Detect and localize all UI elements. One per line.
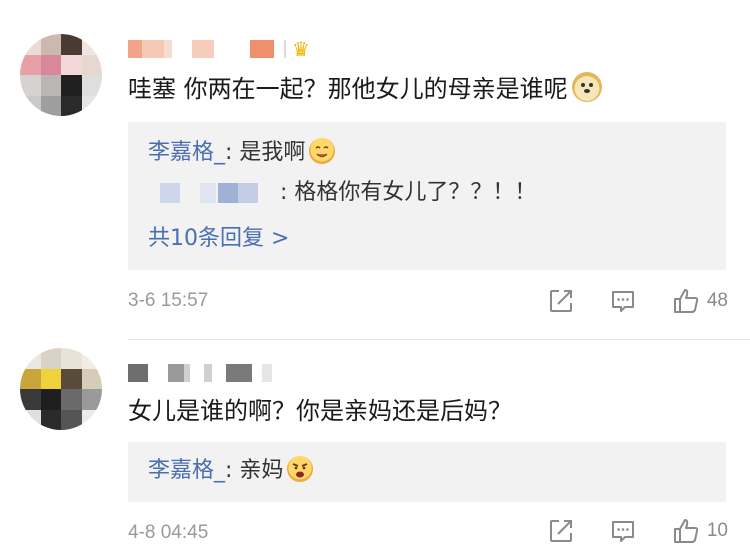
comment-text: 女儿是谁的啊？你是亲妈还是后妈？ — [128, 397, 512, 425]
action-bar: 10 — [513, 516, 728, 546]
more-replies-link[interactable]: 共10条回复 > — [148, 224, 289, 254]
comment-button[interactable] — [609, 287, 637, 315]
share-button[interactable] — [547, 517, 575, 545]
share-icon — [549, 520, 572, 542]
reply-box: 李嘉格_: 亲妈 — [128, 442, 726, 502]
share-button[interactable] — [547, 287, 575, 315]
like-count: 48 — [706, 290, 728, 311]
reply-line: 李嘉格_: 亲妈 — [148, 456, 314, 486]
reply-box: 李嘉格_: 是我啊 : 格格你有女儿了？？！！ 共10条回复 > — [128, 122, 726, 270]
comment-item: ♛ 哇塞 你两在一起？那他女儿的母亲是谁呢 李嘉格_: 是我啊 : 格格你有女儿… — [0, 0, 750, 340]
reply-username[interactable]: 李嘉格_ — [148, 458, 225, 483]
username[interactable]: ♛ — [128, 38, 310, 60]
comment-button[interactable] — [609, 517, 637, 545]
timestamp: 4-8 04:45 — [128, 522, 209, 543]
action-bar: 48 — [513, 286, 728, 316]
reply-line: : 格格你有女儿了？？！！ — [148, 178, 536, 208]
angry-emoji — [287, 456, 314, 482]
comment-icon — [611, 521, 634, 542]
like-icon — [673, 289, 699, 313]
comment-icon — [611, 291, 634, 312]
like-button[interactable]: 10 — [671, 516, 728, 546]
reply-line: 李嘉格_: 是我啊 — [148, 138, 336, 168]
timestamp: 3-6 15:57 — [128, 290, 209, 311]
share-icon — [549, 290, 572, 312]
doge-emoji — [571, 72, 602, 102]
like-count: 10 — [706, 520, 728, 541]
crown-icon: ♛ — [292, 37, 310, 61]
comment-text: 哇塞 你两在一起？那他女儿的母亲是谁呢 — [128, 72, 602, 106]
reply-username[interactable]: 李嘉格_ — [148, 140, 225, 165]
avatar[interactable] — [20, 34, 102, 116]
like-icon — [673, 519, 699, 543]
like-button[interactable]: 48 — [671, 286, 728, 316]
reply-username-blurred[interactable] — [148, 183, 268, 203]
avatar[interactable] — [20, 348, 102, 430]
comment-item: 女儿是谁的啊？你是亲妈还是后妈？ 李嘉格_: 亲妈 4-8 04:45 10 — [0, 340, 750, 555]
drooling-emoji — [309, 138, 336, 164]
username[interactable] — [128, 362, 272, 384]
